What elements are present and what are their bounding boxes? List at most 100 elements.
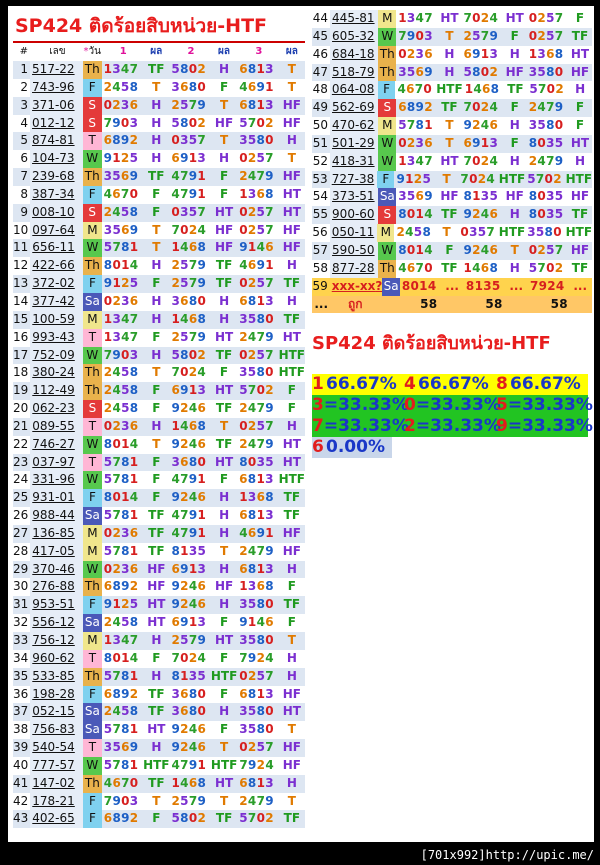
row-code-link[interactable]: 931-01 — [30, 489, 83, 508]
row-code-link[interactable]: 064-08 — [329, 81, 378, 100]
row-code-link[interactable]: 239-68 — [30, 168, 83, 186]
number-cell: 9246 — [171, 722, 207, 737]
day-badge: F — [83, 596, 102, 615]
result-cell: H — [151, 115, 162, 130]
number-cell: 2458 — [103, 615, 139, 630]
row-code-link[interactable]: 097-64 — [30, 221, 83, 240]
row-code-link[interactable]: 746-27 — [30, 435, 83, 454]
row-code-link[interactable]: 100-59 — [30, 310, 83, 329]
day-badge: M — [83, 542, 102, 561]
row-code-link[interactable]: 037-97 — [30, 453, 83, 472]
row-code-link[interactable]: 370-46 — [30, 560, 83, 579]
row-code-link[interactable]: 112-49 — [30, 382, 83, 401]
row-code-link[interactable]: 422-66 — [30, 257, 83, 276]
row-code-link[interactable]: 590-50 — [330, 241, 379, 260]
row-code-link[interactable]: 684-18 — [330, 45, 379, 64]
row-code-link[interactable]: 371-06 — [30, 96, 83, 115]
row-code-link[interactable]: 470-62 — [330, 117, 379, 135]
row-code-link[interactable]: 993-43 — [30, 328, 83, 347]
row-code-link[interactable]: 089-55 — [30, 417, 83, 436]
row-code-link[interactable]: 756-83 — [30, 721, 83, 740]
number-cell: 8135 — [463, 189, 499, 204]
number-cell: 6913 — [463, 135, 499, 150]
row-code-link[interactable]: 331-96 — [30, 471, 83, 490]
row-code-link[interactable]: 517-22 — [30, 61, 83, 79]
row-code-link[interactable]: 960-62 — [30, 649, 83, 668]
row-code-link[interactable]: 874-81 — [30, 132, 83, 151]
result-cell: H — [219, 508, 230, 523]
row-code-link[interactable]: 727-38 — [329, 170, 378, 189]
row-code-link[interactable]: 556-12 — [30, 614, 83, 632]
row-code-link[interactable]: 562-69 — [330, 99, 379, 118]
row-code-link[interactable]: 877-28 — [330, 259, 379, 278]
row-code-link[interactable]: 900-60 — [330, 206, 379, 225]
row-code-link[interactable]: 518-79 — [330, 63, 379, 82]
result-cell: HF — [282, 525, 301, 540]
row-code-link[interactable]: 178-21 — [30, 792, 83, 811]
number-cell: 0257 — [239, 668, 274, 683]
row-code-link[interactable]: 198-28 — [30, 685, 83, 704]
number-cell: 5702 — [239, 811, 274, 826]
row-code-link[interactable]: 372-02 — [30, 275, 83, 293]
row-code-link[interactable]: 605-32 — [330, 27, 379, 46]
result-cell: F — [575, 100, 585, 115]
row-code-link[interactable]: 417-05 — [30, 542, 83, 561]
number-cell: 5702 — [239, 115, 274, 130]
row-code-link[interactable]: 402-65 — [30, 810, 83, 829]
row-code-link[interactable]: 147-02 — [30, 774, 83, 793]
row-code-link[interactable]: xxx-xx? — [329, 277, 383, 296]
result-cell: TF — [215, 436, 233, 451]
day-badge: Th — [378, 259, 397, 278]
row-code-link[interactable]: 136-85 — [30, 524, 83, 543]
row-code-link[interactable]: 445-81 — [330, 10, 379, 28]
row-code-link[interactable]: 533-85 — [30, 667, 83, 686]
row-code-link[interactable]: 752-09 — [30, 346, 83, 365]
row-code-link[interactable]: 656-11 — [30, 239, 83, 258]
result-cell: T — [442, 171, 451, 186]
table-row: 50 470-62 M 5781 T 9246 H 3580 F — [312, 117, 592, 135]
row-code-link[interactable]: 104-73 — [30, 150, 83, 169]
result-cell: HF — [282, 222, 301, 237]
row-code-link[interactable]: 540-54 — [30, 739, 83, 757]
result-cell: H — [151, 97, 162, 112]
row-number: 56 — [312, 225, 328, 240]
row-code-link[interactable]: 501-29 — [330, 134, 379, 153]
row-code-link[interactable]: 377-42 — [30, 292, 83, 311]
row-code-link[interactable]: 062-23 — [30, 400, 83, 418]
result-cell: F — [152, 329, 161, 344]
row-code-link[interactable]: 052-15 — [30, 703, 83, 722]
number-cell: 6813 — [239, 686, 274, 701]
number-cell: 9125 — [103, 151, 139, 166]
row-number: 3 — [20, 97, 29, 112]
row-code-link[interactable]: 953-51 — [30, 596, 83, 615]
row-code-link[interactable]: 988-44 — [30, 507, 83, 525]
row-code-link[interactable]: 276-88 — [30, 578, 83, 597]
number-cell: 5702 — [239, 383, 274, 398]
result-cell: HF — [214, 579, 234, 594]
row-code-link[interactable]: 756-12 — [30, 632, 83, 650]
result-cell: F — [220, 650, 229, 665]
table-row: 44 445-81 M 1347 HT 7024 HT 0257 F — [312, 10, 592, 28]
table-row: 23 037-97 T 5781 F 3680 HT 8035 HT — [13, 453, 305, 472]
number-cell: 0236 — [103, 97, 139, 112]
row-code-link[interactable]: 743-96 — [30, 78, 83, 97]
row-code-link[interactable]: 050-11 — [329, 224, 378, 242]
row-code-link[interactable]: 380-24 — [30, 364, 83, 383]
stats-row-1: 1 66.67% 4 66.67% 8 66.67% — [312, 374, 588, 395]
table-row: 14 377-42 Sa 0236 H 3680 H 6813 H — [13, 292, 305, 311]
day-badge: Th — [82, 168, 102, 186]
row-code-link[interactable]: 373-51 — [330, 188, 379, 207]
row-code-link[interactable]: 008-10 — [30, 203, 83, 222]
row-number: 26 — [13, 508, 29, 523]
day-badge: Sa — [83, 614, 102, 632]
row-code-link[interactable]: 387-34 — [30, 185, 83, 204]
number-cell: 2479 — [239, 436, 274, 451]
table-row: 48 064-08 F 4670 HTF 1468 TF 5702 H — [312, 81, 592, 100]
row-code-link[interactable]: 777-57 — [30, 756, 83, 775]
number-cell: 8135 — [171, 668, 207, 683]
row-code-link[interactable]: 012-12 — [30, 114, 83, 133]
number-cell: 9246 — [171, 490, 207, 505]
row-code-link[interactable]: 418-31 — [330, 152, 379, 171]
day-badge: Th — [82, 61, 102, 79]
table-row: 49 562-69 S 6892 TF 7024 F 2479 F — [312, 99, 592, 118]
